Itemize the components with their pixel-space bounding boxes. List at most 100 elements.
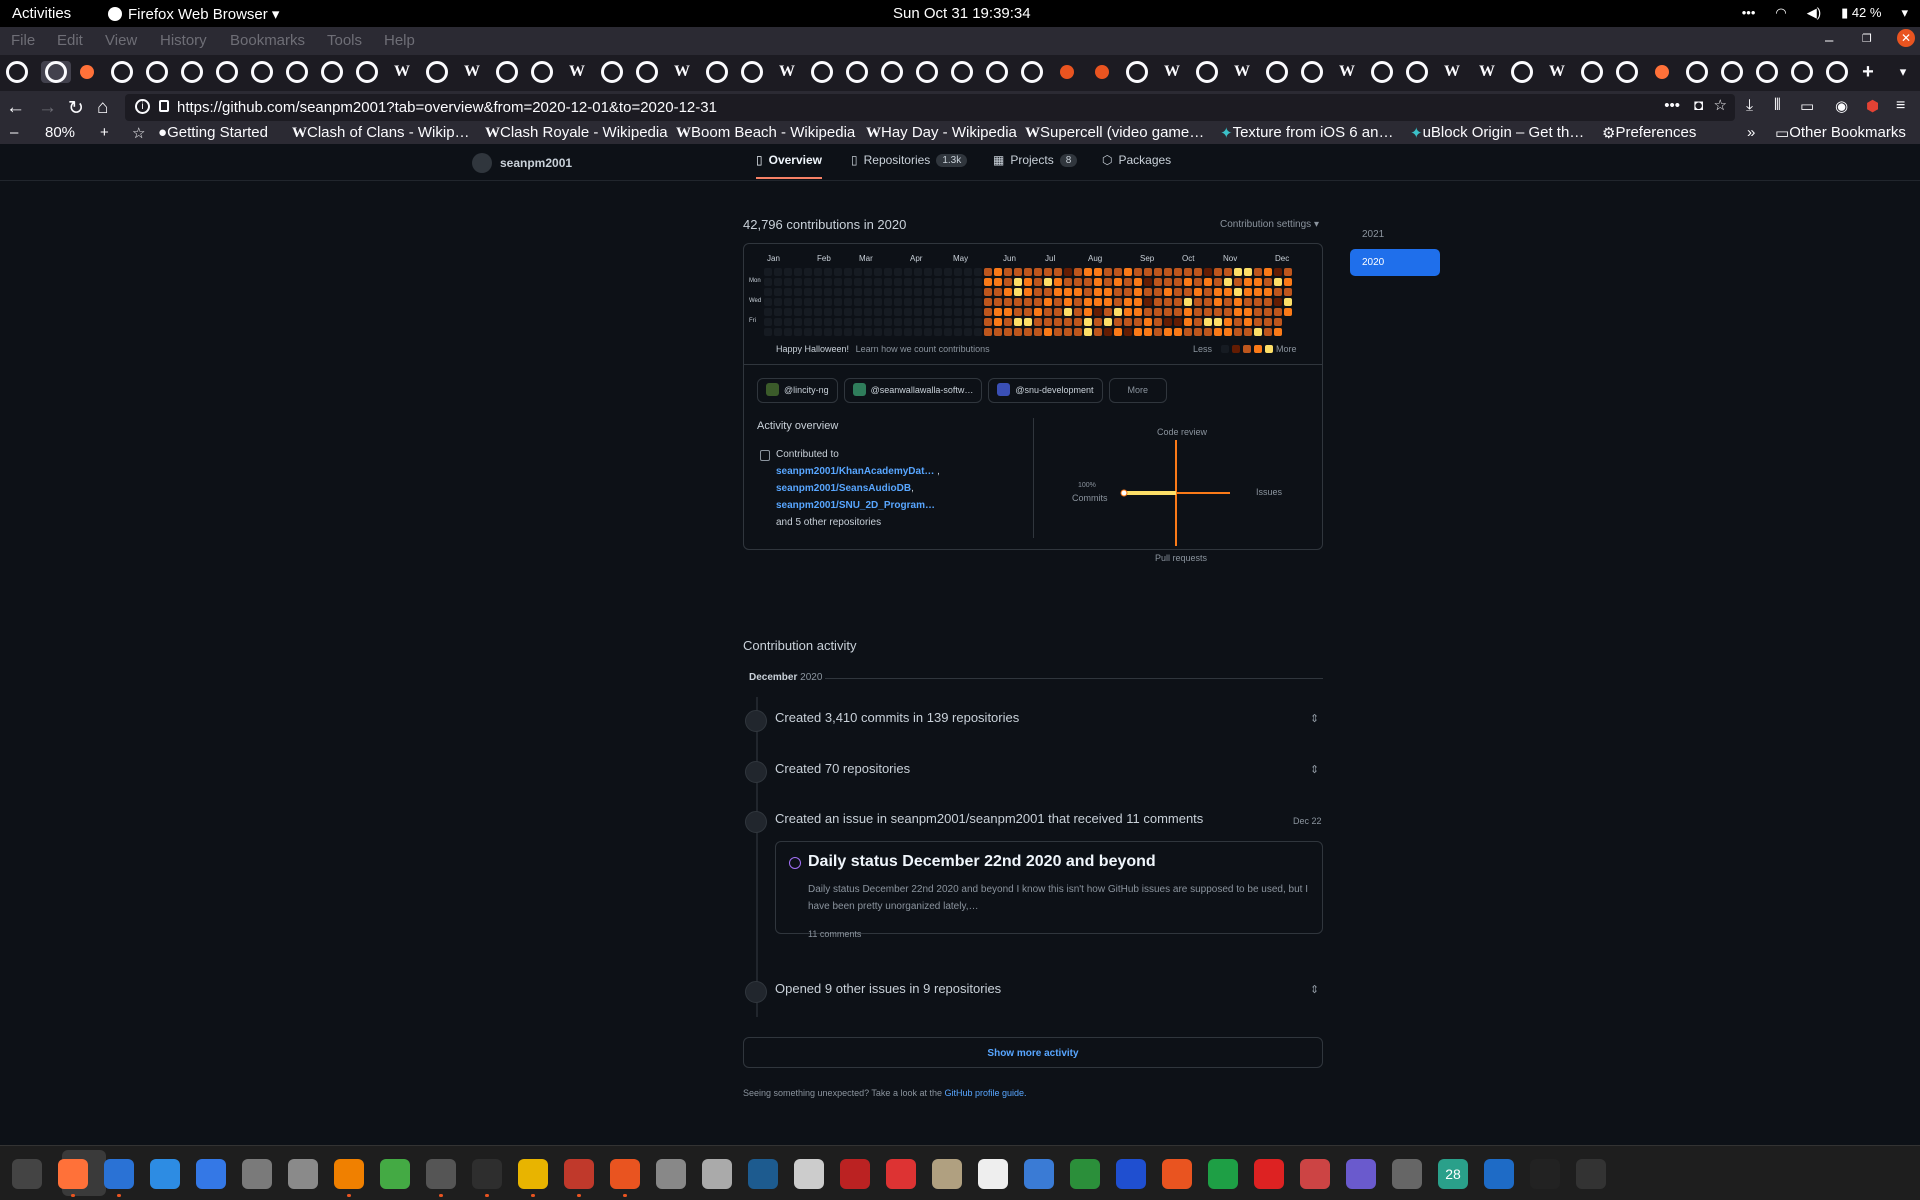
- calendar-day-cell[interactable]: [1144, 328, 1152, 336]
- calendar-day-cell[interactable]: [1124, 328, 1132, 336]
- calendar-day-cell[interactable]: [1264, 328, 1272, 336]
- calendar-day-cell[interactable]: [1144, 268, 1152, 276]
- calendar-day-cell[interactable]: [1204, 278, 1212, 286]
- calendar-day-cell[interactable]: [1224, 298, 1232, 306]
- calendar-day-cell[interactable]: [1034, 328, 1042, 336]
- calendar-day-cell[interactable]: [974, 288, 982, 296]
- calendar-day-cell[interactable]: [894, 308, 902, 316]
- calendar-day-cell[interactable]: [1204, 318, 1212, 326]
- zoom-in-icon[interactable]: +: [100, 124, 109, 141]
- calendar-day-cell[interactable]: [984, 288, 992, 296]
- calendar-day-cell[interactable]: [1194, 288, 1202, 296]
- calendar-day-cell[interactable]: [934, 298, 942, 306]
- calendar-day-cell[interactable]: [994, 288, 1002, 296]
- calendar-day-cell[interactable]: [1054, 308, 1062, 316]
- calendar-day-cell[interactable]: [1104, 298, 1112, 306]
- sidebar-icon[interactable]: ▭: [1800, 97, 1814, 115]
- calendar-day-cell[interactable]: [1184, 308, 1192, 316]
- calendar-day-cell[interactable]: [1184, 278, 1192, 286]
- profile-guide-link[interactable]: GitHub profile guide.: [945, 1088, 1027, 1098]
- calendar-day-cell[interactable]: [774, 288, 782, 296]
- bookmark-clash-of-clans[interactable]: W Clash of Clans - Wikip…: [292, 124, 470, 142]
- calendar-day-cell[interactable]: [774, 328, 782, 336]
- calendar-day-cell[interactable]: [1034, 278, 1042, 286]
- calendar-day-cell[interactable]: [1164, 308, 1172, 316]
- calendar-day-cell[interactable]: [1084, 298, 1092, 306]
- calendar-day-cell[interactable]: [774, 318, 782, 326]
- calendar-day-cell[interactable]: [814, 308, 822, 316]
- calendar-day-cell[interactable]: [914, 308, 922, 316]
- org-filter-snu-development[interactable]: @snu-development: [988, 378, 1103, 403]
- calendar-day-cell[interactable]: [1214, 278, 1222, 286]
- calendar-day-cell[interactable]: [854, 288, 862, 296]
- calendar-day-cell[interactable]: [904, 278, 912, 286]
- new-tab-icon[interactable]: +: [1857, 61, 1879, 83]
- calendar-day-cell[interactable]: [804, 268, 812, 276]
- calendar-day-cell[interactable]: [874, 328, 882, 336]
- calendar-day-cell[interactable]: [1224, 278, 1232, 286]
- libreoffice-writer-icon[interactable]: [104, 1159, 134, 1197]
- calendar-day-cell[interactable]: [1014, 328, 1022, 336]
- close-window-icon[interactable]: ✕: [1897, 29, 1915, 47]
- calendar-day-cell[interactable]: [1264, 268, 1272, 276]
- calendar-day-cell[interactable]: [894, 268, 902, 276]
- calendar-day-cell[interactable]: [1224, 308, 1232, 316]
- calendar-day-cell[interactable]: [1254, 308, 1262, 316]
- calendar-day-cell[interactable]: [814, 278, 822, 286]
- calendar-day-cell[interactable]: [1154, 308, 1162, 316]
- calendar-day-cell[interactable]: [924, 318, 932, 326]
- calendar-day-cell[interactable]: [984, 318, 992, 326]
- calendar-day-cell[interactable]: [1114, 318, 1122, 326]
- calendar-day-cell[interactable]: [1094, 288, 1102, 296]
- calendar-day-cell[interactable]: [1144, 318, 1152, 326]
- calendar-day-cell[interactable]: [844, 328, 852, 336]
- calendar-day-cell[interactable]: [824, 268, 832, 276]
- system-monitor-icon[interactable]: [12, 1159, 42, 1189]
- search-icon[interactable]: [656, 1159, 686, 1189]
- calendar-day-cell[interactable]: [1164, 298, 1172, 306]
- calendar-day-cell[interactable]: [1064, 268, 1072, 276]
- calendar-day-cell[interactable]: [774, 278, 782, 286]
- calendar-day-cell[interactable]: [894, 278, 902, 286]
- calendar-day-cell[interactable]: [1044, 328, 1052, 336]
- calendar-day-cell[interactable]: [764, 288, 772, 296]
- calendar-day-cell[interactable]: [1164, 328, 1172, 336]
- calendar-day-cell[interactable]: [884, 308, 892, 316]
- calendar-day-cell[interactable]: [794, 298, 802, 306]
- calendar-day-cell[interactable]: [974, 298, 982, 306]
- calendar-day-cell[interactable]: [894, 288, 902, 296]
- help-icon[interactable]: [150, 1159, 180, 1189]
- calendar-day-cell[interactable]: [954, 308, 962, 316]
- calendar-day-cell[interactable]: [1254, 278, 1262, 286]
- calendar-day-cell[interactable]: [854, 278, 862, 286]
- system-tray[interactable]: ••• ◠ ◀) ▮ 42 % ▾: [1742, 5, 1908, 21]
- software-icon[interactable]: [426, 1159, 456, 1197]
- calendar-day-cell[interactable]: [764, 278, 772, 286]
- calendar-day-cell[interactable]: [1144, 278, 1152, 286]
- tab-overview[interactable]: ▯ Overview: [756, 153, 822, 179]
- calendar-day-cell[interactable]: [934, 268, 942, 276]
- calendar-day-cell[interactable]: [1274, 288, 1282, 296]
- calendar-day-cell[interactable]: [1264, 308, 1272, 316]
- calendar-day-cell[interactable]: [1044, 298, 1052, 306]
- tab-projects[interactable]: ▦ Projects 8: [993, 153, 1078, 167]
- tab-github-icon[interactable]: [1126, 61, 1148, 83]
- inkscape-icon[interactable]: [748, 1159, 778, 1189]
- tab-wikipedia-icon[interactable]: W: [1441, 61, 1463, 83]
- tab-github-icon[interactable]: [1756, 61, 1778, 83]
- activity-other-issues[interactable]: Opened 9 other issues in 9 repositories: [775, 981, 1001, 996]
- calendar-day-cell[interactable]: [1014, 268, 1022, 276]
- calendar-day-cell[interactable]: [1104, 318, 1112, 326]
- tab-github-icon[interactable]: [1301, 61, 1323, 83]
- calendar-day-cell[interactable]: [994, 278, 1002, 286]
- font-icon[interactable]: [978, 1159, 1008, 1189]
- menu-history[interactable]: History: [160, 32, 207, 49]
- calendar-day-cell[interactable]: [884, 278, 892, 286]
- info-icon[interactable]: i: [135, 99, 150, 114]
- thunderbird-icon[interactable]: [1484, 1159, 1514, 1189]
- calendar-day-cell[interactable]: [1244, 328, 1252, 336]
- calendar-day-cell[interactable]: [1074, 298, 1082, 306]
- calendar-day-cell[interactable]: [1134, 298, 1142, 306]
- calendar-day-cell[interactable]: [1244, 308, 1252, 316]
- calendar-day-cell[interactable]: [884, 268, 892, 276]
